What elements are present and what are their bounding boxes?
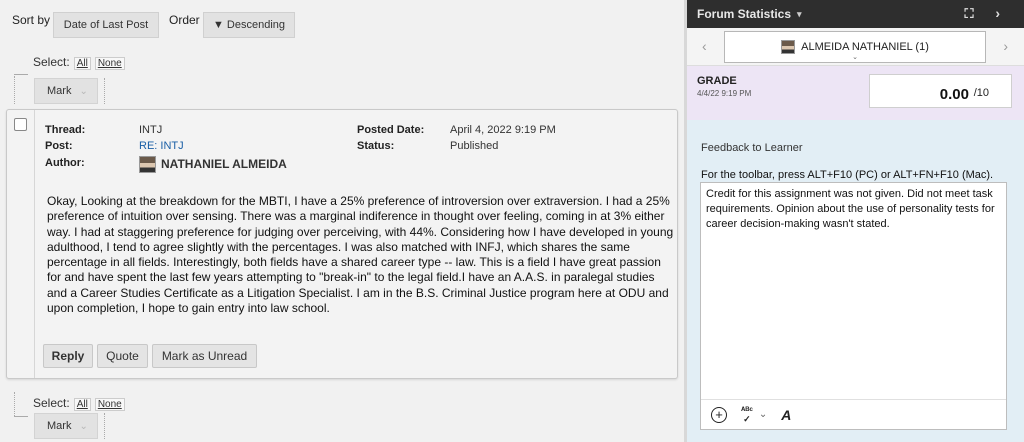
mark-button-top[interactable]: Mark ⌄ xyxy=(34,78,98,104)
grade-date: 4/4/22 9:19 PM xyxy=(697,89,752,98)
post-body: Okay, Looking at the breakdown for the M… xyxy=(47,194,674,316)
status-value: Published xyxy=(450,140,499,152)
sort-by-label: Sort by xyxy=(12,13,51,27)
post-link[interactable]: RE: INTJ xyxy=(139,140,184,152)
user-navigator: ‹ ALMEIDA NATHANIEL (1) ⌄ › xyxy=(687,28,1024,66)
chevron-down-icon: ⌄ xyxy=(852,54,858,61)
chevron-down-icon[interactable]: ⌄ xyxy=(759,409,767,420)
select-label-bottom: Select: All None xyxy=(33,396,125,411)
post-content: Thread: INTJ Post: RE: INTJ Author: NATH… xyxy=(34,110,677,378)
thread-value: INTJ xyxy=(139,124,163,136)
chevron-right-icon[interactable]: › xyxy=(995,5,1000,21)
avatar xyxy=(139,156,156,173)
status-label: Status: xyxy=(357,140,395,152)
tree-arrow xyxy=(14,74,28,75)
chevron-left-icon[interactable]: ‹ xyxy=(702,38,707,54)
select-none-link[interactable]: None xyxy=(94,398,125,411)
feedback-text[interactable]: Credit for this assignment was not given… xyxy=(706,187,1001,232)
grade-max: /10 xyxy=(973,87,989,99)
author-label: Author: xyxy=(45,157,85,169)
select-text: Select: xyxy=(33,55,70,69)
text-format-icon[interactable]: A xyxy=(781,407,791,423)
grade-input[interactable]: 0.00 /10 xyxy=(869,74,1012,108)
divider xyxy=(104,78,105,104)
feedback-section: Feedback to Learner For the toolbar, pre… xyxy=(687,120,1024,442)
caret-down-icon[interactable]: ▾ xyxy=(797,9,802,20)
post-label: Post: xyxy=(45,140,73,152)
order-select[interactable]: ▼ Descending xyxy=(203,12,295,38)
chevron-down-icon: ⌄ xyxy=(79,85,88,97)
feedback-title: Feedback to Learner xyxy=(701,142,803,154)
order-label: Order xyxy=(169,13,200,27)
thread-label: Thread: xyxy=(45,124,86,136)
quote-button[interactable]: Quote xyxy=(97,344,148,368)
panel-title: Forum Statistics xyxy=(697,7,792,21)
spellcheck-icon[interactable]: ᴬᴮᶜ ✓ xyxy=(741,405,753,424)
plus-circle-icon[interactable]: + xyxy=(711,406,727,423)
reply-button[interactable]: Reply xyxy=(43,344,93,368)
tree-connector xyxy=(14,392,15,416)
chevron-right-icon[interactable]: › xyxy=(1003,38,1008,54)
mark-label: Mark xyxy=(47,420,72,432)
posted-date-label: Posted Date: xyxy=(357,124,425,136)
expand-icon[interactable]: ⛶ xyxy=(962,7,976,21)
select-all-link[interactable]: All xyxy=(73,57,91,70)
user-selector[interactable]: ALMEIDA NATHANIEL (1) ⌄ xyxy=(724,31,986,63)
post-card: Thread: INTJ Post: RE: INTJ Author: NATH… xyxy=(6,109,678,379)
forum-statistics-header[interactable]: Forum Statistics ▾ ⛶ › xyxy=(687,0,1024,28)
grade-section: GRADE 4/4/22 9:19 PM 0.00 /10 xyxy=(687,66,1024,120)
mark-as-unread-button[interactable]: Mark as Unread xyxy=(152,344,257,368)
editor-toolbar: + ᴬᴮᶜ ✓ ⌄ A xyxy=(701,399,1006,429)
mark-button-bottom[interactable]: Mark ⌄ xyxy=(34,413,98,439)
author-name: NATHANIEL ALMEIDA xyxy=(161,157,287,171)
tree-connector xyxy=(14,76,15,104)
discussion-thread-pane: Sort by Date of Last Post Order ▼ Descen… xyxy=(0,0,687,442)
tree-arrow xyxy=(14,416,28,417)
mark-label: Mark xyxy=(47,85,72,97)
sort-by-select[interactable]: Date of Last Post xyxy=(53,12,159,38)
select-none-link[interactable]: None xyxy=(94,57,125,70)
feedback-editor[interactable]: Credit for this assignment was not given… xyxy=(700,182,1007,430)
chevron-down-icon: ⌄ xyxy=(79,420,88,432)
post-select-checkbox[interactable] xyxy=(14,118,27,131)
select-all-link[interactable]: All xyxy=(73,398,91,411)
select-text: Select: xyxy=(33,396,70,410)
avatar xyxy=(781,40,796,54)
grade-label: GRADE xyxy=(697,75,737,87)
select-label-top: Select: All None xyxy=(33,55,125,70)
posted-date-value: April 4, 2022 9:19 PM xyxy=(450,124,556,136)
divider xyxy=(104,413,105,439)
grading-panel: Forum Statistics ▾ ⛶ › ‹ ALMEIDA NATHANI… xyxy=(687,0,1024,442)
toolbar-hint: For the toolbar, press ALT+F10 (PC) or A… xyxy=(701,169,994,181)
user-label: ALMEIDA NATHANIEL (1) xyxy=(801,41,929,53)
grade-value: 0.00 xyxy=(939,86,969,103)
